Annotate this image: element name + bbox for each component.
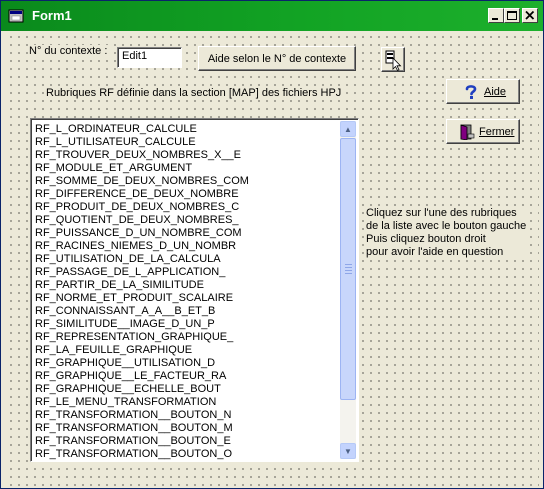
list-item[interactable]: RF_L_UTILISATEUR_CALCULE [35,136,340,149]
minimize-icon [492,18,498,20]
list-item[interactable]: RF_TRANSFORMATION__BOUTON_O [35,448,340,461]
rubriques-label: Rubriques RF définie dans la section [MA… [45,87,343,99]
list-item[interactable]: RF_MODULE_ET_ARGUMENT [35,162,340,175]
question-mark-icon [465,84,477,99]
close-button[interactable] [522,8,538,23]
help-line: de la liste avec le bouton gauche [366,220,527,232]
list-item[interactable]: RF_PARTIR_DE_LA_SIMILITUDE [35,279,340,292]
list-item[interactable]: RF_SIMILITUDE__IMAGE_D_UN_P [35,318,340,331]
list-item[interactable]: RF_QUOTIENT_DE_DEUX_NOMBRES_ [35,214,340,227]
list-item[interactable]: RF_SOMME_DE_DEUX_NOMBRES_COM [35,175,340,188]
list-item[interactable]: RF_LA_FEUILLE_GRAPHIQUE [35,344,340,357]
list-item[interactable]: RF_GRAPHIQUE__ECHELLE_BOUT [35,383,340,396]
form-icon [8,9,24,23]
list-item[interactable]: RF_TRANSFORMATION__BOUTON_E [35,435,340,448]
scroll-thumb[interactable] [340,138,356,400]
list-item[interactable]: RF_PASSAGE_DE_L_APPLICATION_ [35,266,340,279]
list-item[interactable]: RF_RACINES_NIEMES_D_UN_NOMBR [35,240,340,253]
window-title: Form1 [32,8,72,23]
help-line: pour avoir l'aide en question [366,246,504,258]
aide-label: Aide [484,85,507,98]
list-item[interactable]: RF_GRAPHIQUE__UTILISATION_D [35,357,340,370]
context-label: N° du contexte : [28,45,109,57]
context-edit-value: Edit1 [122,50,148,62]
context-edit[interactable]: Edit1 [117,47,182,68]
maximize-button[interactable] [504,8,520,23]
list-item[interactable]: RF_UTILISATION_DE_LA_CALCULA [35,253,340,266]
list-item[interactable]: RF_PUISSANCE_D_UN_NOMBRE_COM [35,227,340,240]
aide-contexte-label: Aide selon le N° de contexte [207,52,347,65]
list-item[interactable]: RF_TRANSFORMATION__BOUTON_M [35,422,340,435]
context-help-pointer-icon [385,50,402,71]
list-item[interactable]: RF_TRANSFORMATION__BOUTON_N [35,409,340,422]
minimize-button[interactable] [488,8,504,23]
list-item[interactable]: RF_CONNAISSANT_A_A__B_ET_B [35,305,340,318]
list-items: RF_L_ORDINATEUR_CALCULE RF_L_UTILISATEUR_… [35,123,340,461]
list-item[interactable]: RF_TROUVER_DEUX_NOMBRES_X__E [35,149,340,162]
aide-contexte-button[interactable]: Aide selon le N° de contexte [198,46,356,71]
title-bar[interactable]: Form1 [1,1,543,31]
aide-button[interactable]: Aide [446,79,520,104]
exit-door-icon [460,123,475,140]
list-item[interactable]: RF_GRAPHIQUE__LE_FACTEUR_RA [35,370,340,383]
list-item[interactable]: RF_L_ORDINATEUR_CALCULE [35,123,340,136]
vertical-scrollbar[interactable]: ▲ ▼ [340,121,356,459]
scroll-up-button[interactable]: ▲ [340,121,356,137]
form-client-area: N° du contexte : Edit1 Aide selon le N° … [5,31,539,486]
help-instructions: Cliquez sur l'une des rubriques de la li… [366,207,527,259]
list-item[interactable]: RF_NORME_ET_PRODUIT_SCALAIRE [35,292,340,305]
list-item[interactable]: RF_LE_MENU_TRANSFORMATION [35,396,340,409]
main-window: Form1 N° du contexte : Edit1 Aide selon … [0,0,544,489]
fermer-button[interactable]: Fermer [446,119,520,144]
maximize-icon [507,11,517,20]
list-item[interactable]: RF_DIFFERENCE_DE_DEUX_NOMBRE [35,188,340,201]
scroll-down-button[interactable]: ▼ [340,443,356,459]
help-line: Puis cliquez bouton droit [366,233,486,245]
context-help-button[interactable] [381,47,405,72]
close-icon [525,10,535,20]
rubriques-listbox[interactable]: RF_L_ORDINATEUR_CALCULE RF_L_UTILISATEUR_… [30,118,359,462]
fermer-label: Fermer [479,125,515,138]
help-line: Cliquez sur l'une des rubriques [366,207,517,219]
chevron-up-icon: ▲ [344,124,352,134]
chevron-down-icon: ▼ [344,446,352,456]
list-item[interactable]: RF_REPRESENTATION_GRAPHIQUE_ [35,331,340,344]
list-item[interactable]: RF_PRODUIT_DE_DEUX_NOMBRES_C [35,201,340,214]
